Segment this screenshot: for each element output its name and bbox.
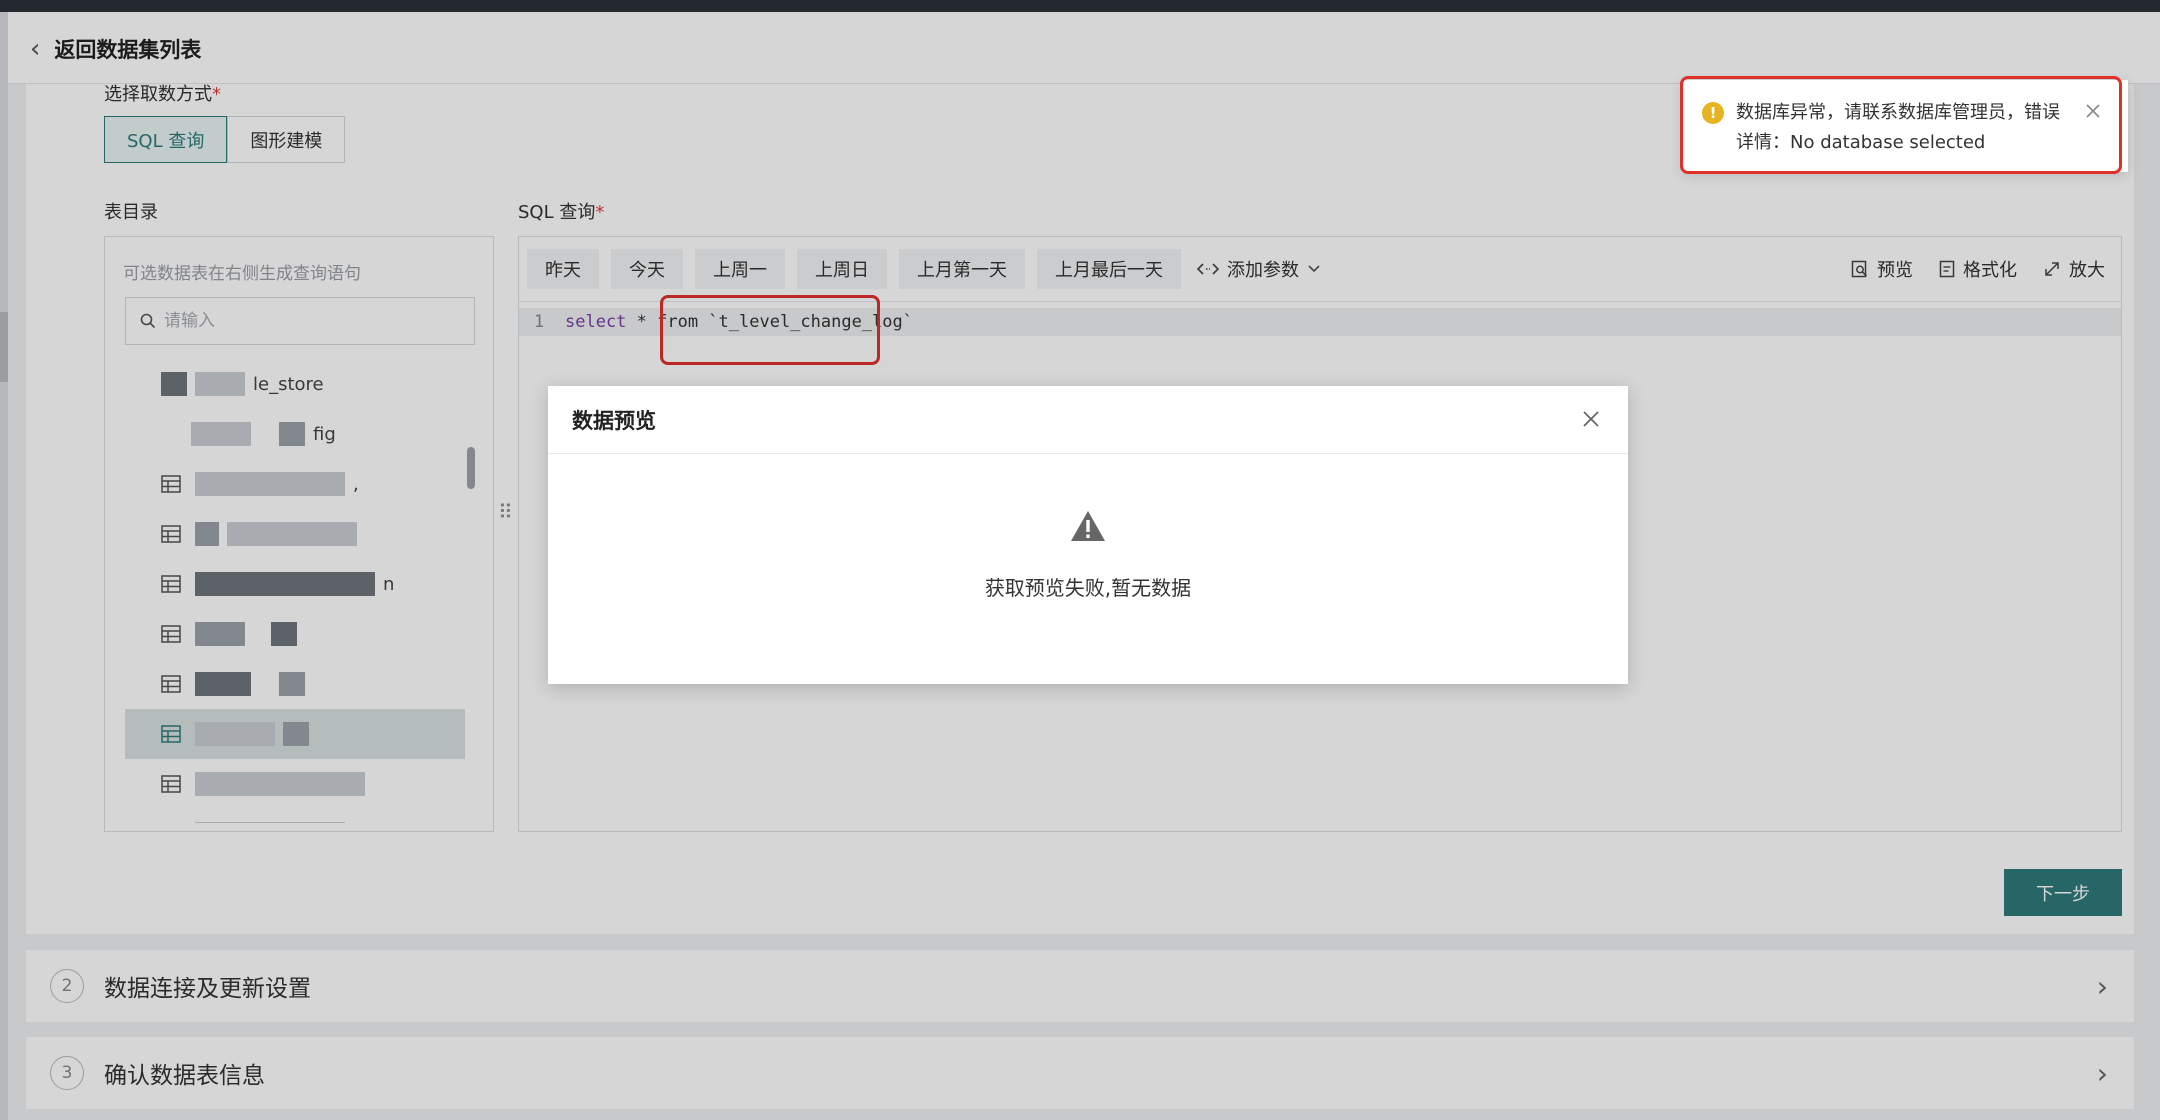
close-icon[interactable] bbox=[1576, 404, 1606, 434]
modal-title: 数据预览 bbox=[572, 408, 656, 433]
data-preview-modal: 数据预览 获取预览失败,暂无数据 bbox=[548, 386, 1628, 684]
annotation-highlight-notification bbox=[1680, 76, 2122, 174]
warning-triangle-icon bbox=[1071, 511, 1105, 541]
modal-header: 数据预览 bbox=[548, 386, 1628, 454]
modal-body: 获取预览失败,暂无数据 bbox=[548, 454, 1628, 684]
preview-failed-message: 获取预览失败,暂无数据 bbox=[984, 576, 1192, 600]
